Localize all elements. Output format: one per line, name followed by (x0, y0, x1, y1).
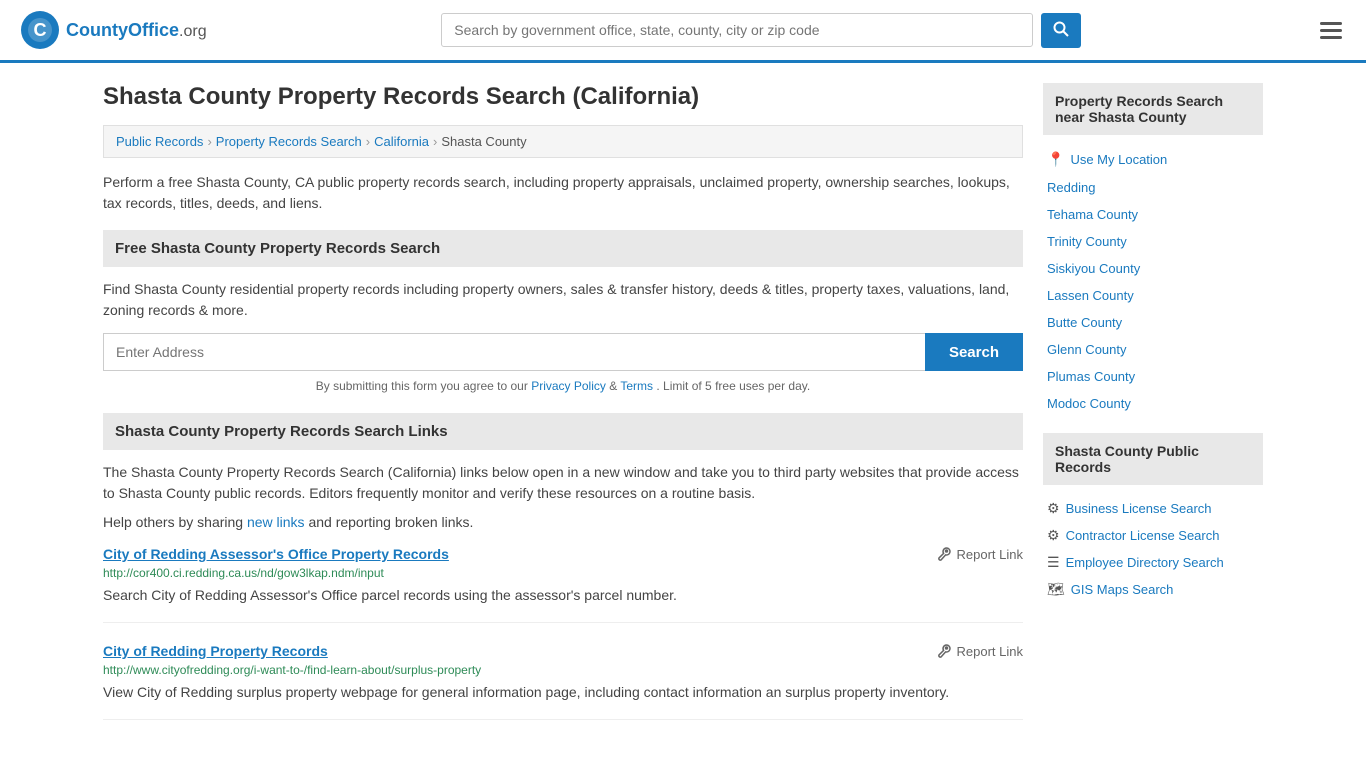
form-disclaimer: By submitting this form you agree to our… (103, 379, 1023, 393)
property-search-section: Free Shasta County Property Records Sear… (103, 230, 1023, 393)
sidebar-record-gis-maps[interactable]: 🗺 GIS Maps Search (1043, 576, 1263, 603)
record-link-header: City of Redding Assessor's Office Proper… (103, 546, 1023, 562)
sidebar-use-location[interactable]: 📍 Use My Location (1043, 145, 1263, 174)
address-input[interactable] (103, 333, 925, 371)
header: C CountyOffice.org (0, 0, 1366, 63)
description-text: Perform a free Shasta County, CA public … (103, 172, 1023, 214)
sidebar-item-plumas[interactable]: Plumas County (1043, 363, 1263, 390)
record-link-url-1: http://cor400.ci.redding.ca.us/nd/gow3lk… (103, 566, 1023, 580)
content-wrapper: Shasta County Property Records Search (C… (83, 63, 1283, 760)
sidebar-link-modoc[interactable]: Modoc County (1047, 396, 1131, 411)
svg-text:C: C (34, 20, 47, 40)
sidebar-link-butte[interactable]: Butte County (1047, 315, 1122, 330)
sidebar-link-tehama[interactable]: Tehama County (1047, 207, 1138, 222)
header-search-area (441, 13, 1081, 48)
sidebar-item-glenn[interactable]: Glenn County (1043, 336, 1263, 363)
sidebar-public-records-header: Shasta County Public Records (1043, 433, 1263, 485)
sidebar-item-lassen[interactable]: Lassen County (1043, 282, 1263, 309)
record-link-item-2: City of Redding Property Records Report … (103, 643, 1023, 720)
header-search-button[interactable] (1041, 13, 1081, 48)
search-button[interactable]: Search (925, 333, 1023, 371)
property-search-desc: Find Shasta County residential property … (103, 279, 1023, 321)
sidebar-link-lassen[interactable]: Lassen County (1047, 288, 1134, 303)
sidebar-public-records-section: Shasta County Public Records ⚙ Business … (1043, 433, 1263, 603)
report-link-button-1[interactable]: Report Link (936, 546, 1023, 562)
sidebar: Property Records Search near Shasta Coun… (1043, 83, 1263, 740)
page-title: Shasta County Property Records Search (C… (103, 83, 1023, 111)
record-link-desc-1: Search City of Redding Assessor's Office… (103, 585, 1023, 606)
search-icon (1053, 21, 1069, 37)
record-link-header-2: City of Redding Property Records Report … (103, 643, 1023, 659)
sidebar-record-contractor-license[interactable]: ⚙ Contractor License Search (1043, 522, 1263, 549)
contractor-license-search-link[interactable]: Contractor License Search (1066, 528, 1220, 543)
breadcrumb-property-records-search[interactable]: Property Records Search (216, 134, 362, 149)
sidebar-item-trinity[interactable]: Trinity County (1043, 228, 1263, 255)
map-icon-gis: 🗺 (1047, 581, 1065, 598)
breadcrumb-california[interactable]: California (374, 134, 429, 149)
employee-directory-search-link[interactable]: Employee Directory Search (1066, 555, 1224, 570)
gis-maps-search-link[interactable]: GIS Maps Search (1071, 582, 1174, 597)
sidebar-item-modoc[interactable]: Modoc County (1043, 390, 1263, 417)
sidebar-link-glenn[interactable]: Glenn County (1047, 342, 1127, 357)
sidebar-item-tehama[interactable]: Tehama County (1043, 201, 1263, 228)
terms-link[interactable]: Terms (620, 379, 653, 393)
record-link-item: City of Redding Assessor's Office Proper… (103, 546, 1023, 623)
logo-text: CountyOffice.org (66, 19, 207, 42)
sidebar-item-butte[interactable]: Butte County (1043, 309, 1263, 336)
wrench-icon-2 (936, 643, 952, 659)
hamburger-icon (1320, 22, 1342, 39)
share-links: Help others by sharing new links and rep… (103, 514, 1023, 530)
breadcrumb: Public Records › Property Records Search… (103, 125, 1023, 158)
record-link-title-2[interactable]: City of Redding Property Records (103, 643, 328, 659)
new-links-link[interactable]: new links (247, 514, 305, 530)
sidebar-nearby-header: Property Records Search near Shasta Coun… (1043, 83, 1263, 135)
sidebar-item-redding[interactable]: Redding (1043, 174, 1263, 201)
record-link-desc-2: View City of Redding surplus property we… (103, 682, 1023, 703)
sidebar-link-redding[interactable]: Redding (1047, 180, 1095, 195)
breadcrumb-public-records[interactable]: Public Records (116, 134, 203, 149)
logo-icon: C (20, 10, 60, 50)
report-link-button-2[interactable]: Report Link (936, 643, 1023, 659)
business-license-search-link[interactable]: Business License Search (1066, 501, 1212, 516)
list-icon-employee: ☰ (1047, 554, 1060, 571)
wrench-icon (936, 546, 952, 562)
breadcrumb-current: Shasta County (441, 134, 526, 149)
sidebar-link-trinity[interactable]: Trinity County (1047, 234, 1127, 249)
record-link-url-2: http://www.cityofredding.org/i-want-to-/… (103, 663, 1023, 677)
sidebar-nearby-section: Property Records Search near Shasta Coun… (1043, 83, 1263, 417)
free-search-header: Free Shasta County Property Records Sear… (103, 230, 1023, 267)
sidebar-item-siskiyou[interactable]: Siskiyou County (1043, 255, 1263, 282)
links-description: The Shasta County Property Records Searc… (103, 462, 1023, 504)
logo-area: C CountyOffice.org (20, 10, 207, 50)
location-icon: 📍 (1047, 151, 1064, 168)
gear-icon-business: ⚙ (1047, 500, 1060, 517)
use-my-location-link[interactable]: Use My Location (1070, 152, 1167, 167)
record-link-title-1[interactable]: City of Redding Assessor's Office Proper… (103, 546, 449, 562)
sidebar-record-business-license[interactable]: ⚙ Business License Search (1043, 495, 1263, 522)
links-section: Shasta County Property Records Search Li… (103, 413, 1023, 720)
sidebar-link-plumas[interactable]: Plumas County (1047, 369, 1135, 384)
sidebar-link-siskiyou[interactable]: Siskiyou County (1047, 261, 1140, 276)
address-search-form: Search (103, 333, 1023, 371)
sidebar-record-employee-directory[interactable]: ☰ Employee Directory Search (1043, 549, 1263, 576)
main-content: Shasta County Property Records Search (C… (103, 83, 1023, 740)
header-search-input[interactable] (441, 13, 1033, 47)
hamburger-button[interactable] (1316, 18, 1346, 43)
privacy-policy-link[interactable]: Privacy Policy (531, 379, 606, 393)
links-section-header: Shasta County Property Records Search Li… (103, 413, 1023, 450)
gear-icon-contractor: ⚙ (1047, 527, 1060, 544)
